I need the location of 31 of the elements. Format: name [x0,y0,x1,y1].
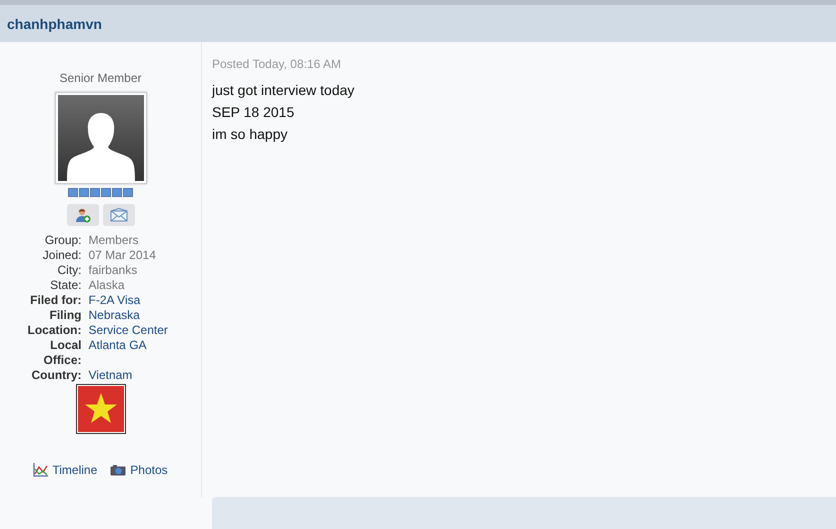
author-name[interactable]: chanhphamvn [7,16,102,32]
field-label: City: [56,263,82,278]
flag-icon [76,384,126,434]
send-message-button[interactable] [102,204,134,226]
envelope-icon [110,208,128,222]
field-label: Country: [30,368,82,383]
field-value: F-2A Visa [88,293,142,308]
field-value: Alaska [88,278,126,293]
field-value: Vietnam [88,368,134,383]
chart-icon [33,463,48,477]
field-label: Local Office: [42,338,82,368]
photos-link[interactable]: Photos [110,463,168,477]
post-date: Posted Today, 08:16 AM [212,57,342,71]
field-value: fairbanks [88,263,138,278]
add-friend-button[interactable] [66,204,98,226]
field-value: 07 Mar 2014 [88,248,157,263]
camera-icon [110,464,126,476]
field-label: State: [49,278,82,293]
field-value: Nebraska Service Center [88,308,169,338]
post-text: just got interview today [212,81,356,100]
person-add-icon [74,207,90,223]
field-value: Members [88,233,140,248]
field-label: Group: [44,233,82,248]
field-label: Joined: [42,248,82,263]
member-rank: Senior Member [59,71,142,85]
field-value: Atlanta GA [88,338,148,354]
post-text: SEP 18 2015 [212,103,296,122]
timeline-link[interactable]: Timeline [33,463,98,477]
field-label: Filed for: [29,293,82,308]
field-label: Filing Location: [26,308,82,338]
post-text: im so happy [212,125,288,144]
